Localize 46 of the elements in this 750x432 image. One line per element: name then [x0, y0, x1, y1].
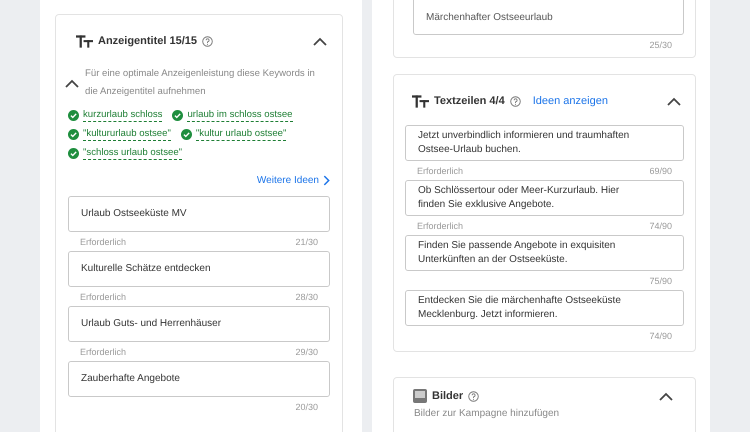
- keyword-link[interactable]: "kultur urlaub ostsee": [196, 128, 286, 141]
- text-size-icon: [76, 34, 93, 48]
- character-counter: 25/30: [649, 40, 672, 50]
- help-icon[interactable]: [202, 36, 214, 46]
- keyword-link[interactable]: kurzurlaub schloss: [83, 109, 162, 122]
- card-title: Bilder: [432, 390, 464, 402]
- character-counter: 28/30: [295, 292, 318, 302]
- card-title: Textzeilen 4/4: [434, 95, 505, 107]
- text-input-field[interactable]: Finden Sie passende Angebote in exquisiten Unterkünften an der Ostseeküste.: [405, 235, 684, 271]
- text-input-field[interactable]: Urlaub Ostseeküste MV: [68, 196, 330, 232]
- card-title: Anzeigentitel 15/15: [98, 35, 198, 47]
- chevron-up-icon[interactable]: [65, 78, 79, 88]
- text-input-field[interactable]: Zauberhafte Angebote: [68, 361, 330, 397]
- image-icon: [413, 389, 427, 403]
- character-counter: 74/90: [649, 330, 672, 340]
- character-counter: 21/30: [295, 236, 318, 246]
- character-counter: 29/30: [295, 346, 318, 356]
- text-input-field[interactable]: Kulturelle Schätze entdecken: [68, 251, 330, 287]
- helper-text: Erforderlich: [417, 220, 464, 230]
- help-icon[interactable]: [468, 390, 480, 402]
- helper-text: Erforderlich: [80, 236, 126, 246]
- keyword-link[interactable]: "schloss urlaub ostsee": [83, 147, 182, 160]
- text-input-field[interactable]: Jetzt unverbindlich informieren und traumhaften Ostsee-Urlaub buchen.: [405, 125, 684, 161]
- show-ideas-link[interactable]: Ideen anzeigen: [532, 95, 608, 107]
- keyword-link[interactable]: "kultururlaub ostsee": [83, 128, 171, 141]
- keyword-link[interactable]: urlaub im schloss ostsee: [187, 109, 292, 122]
- chevron-up-icon[interactable]: [659, 392, 673, 400]
- help-icon[interactable]: [510, 96, 521, 106]
- chevron-right-icon[interactable]: [323, 174, 330, 186]
- text-input-field[interactable]: Entdecken Sie die märchenhafte Ostseeküste Mecklenburg. Jetzt informieren.: [405, 290, 684, 326]
- card-subtitle: Bilder zur Kampagne hinzufügen: [413, 408, 560, 419]
- more-ideas-link[interactable]: Weitere Ideen: [256, 174, 319, 186]
- character-counter: 75/90: [649, 276, 672, 286]
- text-input-field[interactable]: Urlaub Guts- und Herrenhäuser: [68, 306, 330, 342]
- chevron-up-icon[interactable]: [313, 36, 327, 46]
- text-size-icon: [412, 94, 429, 108]
- keyword-hint-text: Für eine optimale Anzeigenleistung diese Keywords in die Anzeigentitel aufnehmen: [85, 67, 316, 99]
- character-counter: 20/30: [295, 402, 318, 412]
- helper-text: Erforderlich: [417, 166, 464, 176]
- chevron-up-icon[interactable]: [667, 96, 681, 106]
- helper-text: Erforderlich: [80, 346, 126, 356]
- helper-text: Erforderlich: [80, 292, 126, 302]
- character-counter: 69/90: [649, 166, 672, 176]
- text-input-field[interactable]: Märchenhafter Ostseeurlaub: [413, 0, 684, 35]
- character-counter: 74/90: [649, 220, 672, 230]
- text-input-field[interactable]: Ob Schlössertour oder Meer-Kurzurlaub. Hier finden Sie exklusive Angebote.: [405, 180, 684, 216]
